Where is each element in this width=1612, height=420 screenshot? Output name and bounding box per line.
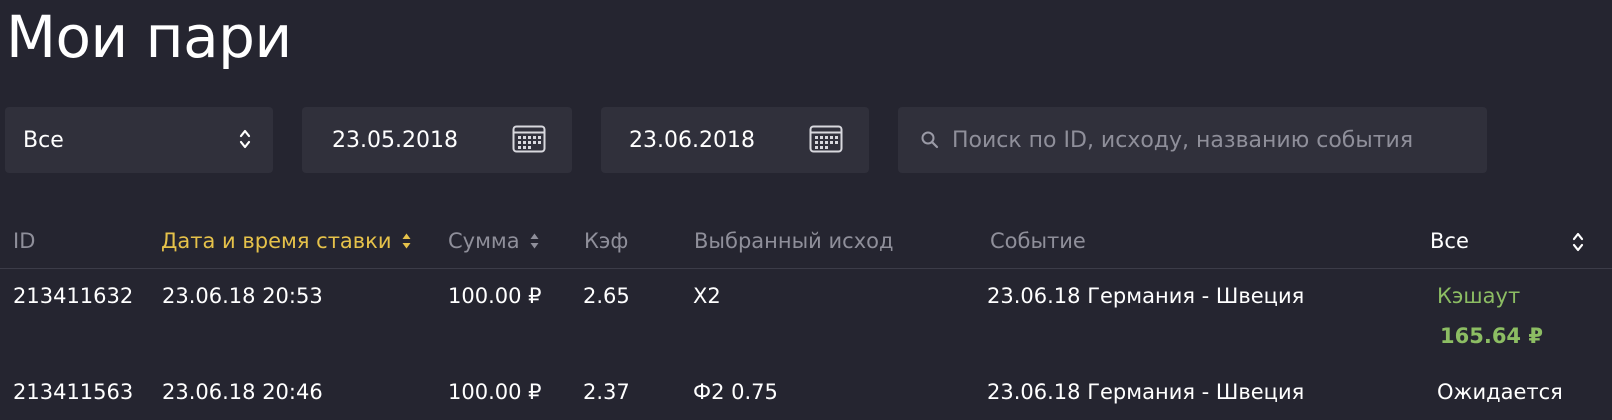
sort-arrows-icon [402,233,411,249]
bet-datetime: 23.06.18 20:46 [162,380,323,404]
bet-coef: 2.65 [583,284,630,308]
bet-event[interactable]: 23.06.18 Германия - Швеция [987,374,1304,410]
column-header-event: Событие [990,229,1086,253]
date-to-field[interactable]: 23.06.2018 [601,107,869,173]
status-filter-select[interactable]: Все [1430,224,1469,258]
cashout-amount: 165.64 ₽ [1440,324,1543,348]
date-from-value: 23.05.2018 [332,127,458,153]
column-header-coef: Кэф [584,229,629,253]
date-from-field[interactable]: 23.05.2018 [302,107,572,173]
bet-datetime: 23.06.18 20:53 [162,284,323,308]
table-row[interactable]: 213411632 23.06.18 20:53 100.00 ₽ 2.65 X… [0,278,1612,360]
bet-event[interactable]: 23.06.18 Германия - Швеция [987,278,1304,314]
column-header-amount[interactable]: Сумма [448,224,540,258]
table-row[interactable]: 213411563 23.06.18 20:46 100.00 ₽ 2.37 Ф… [0,374,1612,414]
column-header-id: ID [13,229,36,253]
sort-arrows-icon [530,233,539,249]
up-down-chevron-icon[interactable] [1572,230,1584,254]
bet-status: Кэшаут [1437,284,1521,308]
bet-amount: 100.00 ₽ [448,380,542,404]
column-header-datetime[interactable]: Дата и время ставки [161,224,412,258]
bet-id: 213411563 [13,380,134,404]
bet-amount: 100.00 ₽ [448,284,542,308]
bet-id: 213411632 [13,284,134,308]
search-input[interactable] [952,127,1472,153]
bets-table-header: ID Дата и время ставки Сумма Кэф Выбранн… [0,222,1612,269]
date-to-value: 23.06.2018 [629,127,755,153]
my-bets-page: Мои пари Все 23.05.2018 23.06.2018 Поиск… [0,0,1612,420]
bet-outcome: Ф2 0.75 [693,380,778,404]
bet-outcome: X2 [693,284,721,308]
bet-type-select[interactable]: Все [5,107,273,173]
search-icon [921,131,939,149]
page-title: Мои пари [6,3,292,71]
bet-coef: 2.37 [583,380,630,404]
bet-type-select-value: Все [23,127,64,153]
search-field[interactable] [898,107,1487,173]
calendar-icon[interactable] [512,124,546,154]
bet-status: Ожидается [1437,380,1563,404]
column-header-outcome: Выбранный исход [694,229,894,253]
up-down-chevron-icon [239,129,251,149]
calendar-icon[interactable] [809,124,843,154]
